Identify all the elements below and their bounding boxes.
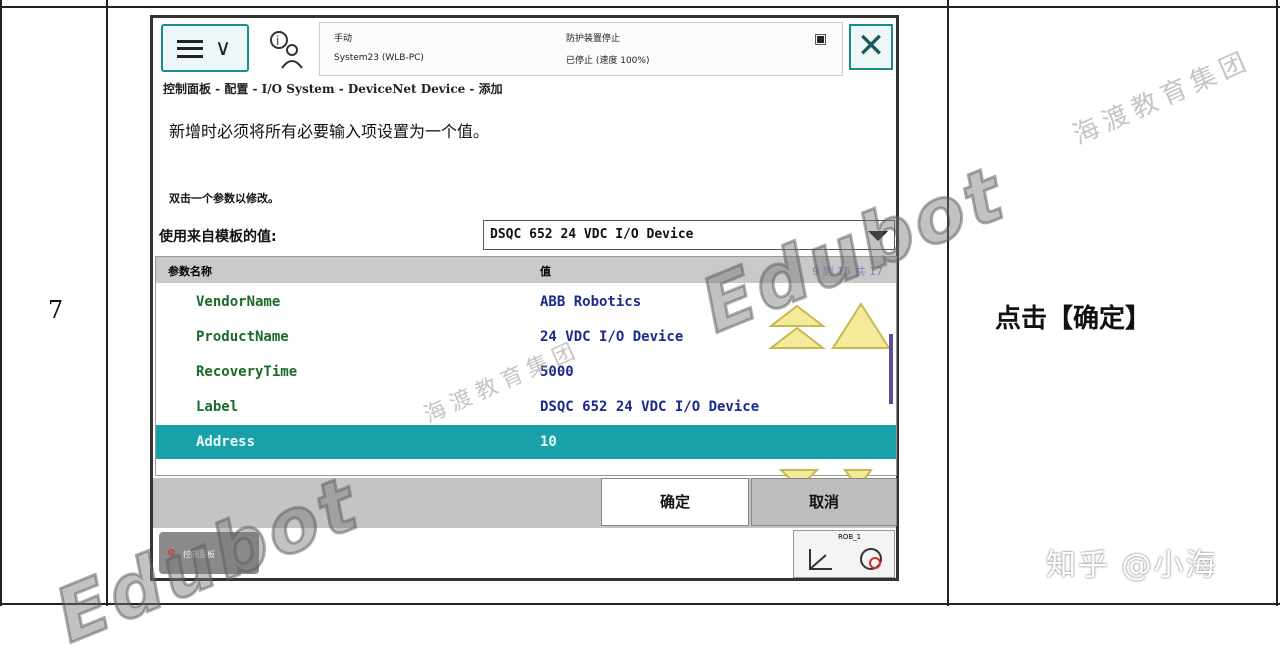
top-bar: ∨ i 手动 System23 (WLB-PC) 防护装置停止 已停止 (速度 … [153,18,896,78]
param-value: DSQC 652 24 VDC I/O Device [540,399,760,415]
status-bar[interactable]: 手动 System23 (WLB-PC) 防护装置停止 已停止 (速度 100%… [319,22,843,76]
scroll-up-icon[interactable] [831,302,891,352]
operator-window-icon[interactable]: i [265,26,307,70]
mode-text: 手动 [334,34,353,44]
system-name: System23 (WLB-PC) [334,53,424,63]
axes-icon [809,549,832,570]
table-left-border [0,0,2,606]
close-button[interactable]: ✕ [849,24,893,70]
param-value: ABB Robotics [540,294,642,310]
table-divider-2 [947,0,949,606]
speed-state: 已停止 (速度 100%) [566,56,650,66]
step-number: 7 [48,296,64,324]
table-row[interactable]: Label DSQC 652 24 VDC I/O Device [156,390,896,424]
svg-text:i: i [276,34,279,48]
step-instruction: 点击【确定】 [995,304,1152,334]
abb-menu-button[interactable]: ∨ [161,24,249,72]
table-row-selected[interactable]: Address 10 [156,425,896,459]
quickset-label: ROB_1 [838,533,862,541]
table-divider-1 [106,0,108,606]
template-value: DSQC 652 24 VDC I/O Device [490,227,694,242]
author-credit: 知乎 @小海 [1046,548,1218,583]
table-right-border [1276,0,1278,606]
param-name: RecoveryTime [196,364,298,380]
quickset-button[interactable]: ROB_1 [793,530,895,578]
table-top-border [0,6,1280,8]
safety-state: 防护装置停止 [566,34,621,44]
col-header-value: 值 [540,265,551,278]
param-name: Label [196,399,239,415]
param-name: ProductName [196,329,289,345]
add-message: 新增时必须将所有必要输入项设置为一个值。 [169,122,490,141]
edit-hint: 双击一个参数以修改。 [169,192,279,205]
param-value: 10 [540,434,557,450]
param-name: VendorName [196,294,281,310]
cancel-button[interactable]: 取消 [751,478,897,526]
status-icon: ▣ [814,31,828,47]
chevron-down-icon: ∨ [215,36,232,61]
hamburger-icon [177,40,203,58]
scrollbar[interactable] [889,334,893,404]
template-label: 使用来自模板的值: [159,229,277,245]
breadcrumb: 控制面板 - 配置 - I/O System - DeviceNet Devic… [163,82,503,96]
speed-icon [860,548,882,570]
param-name: Address [196,434,256,450]
ok-button[interactable]: 确定 [601,478,749,526]
col-header-name: 参数名称 [168,265,212,278]
